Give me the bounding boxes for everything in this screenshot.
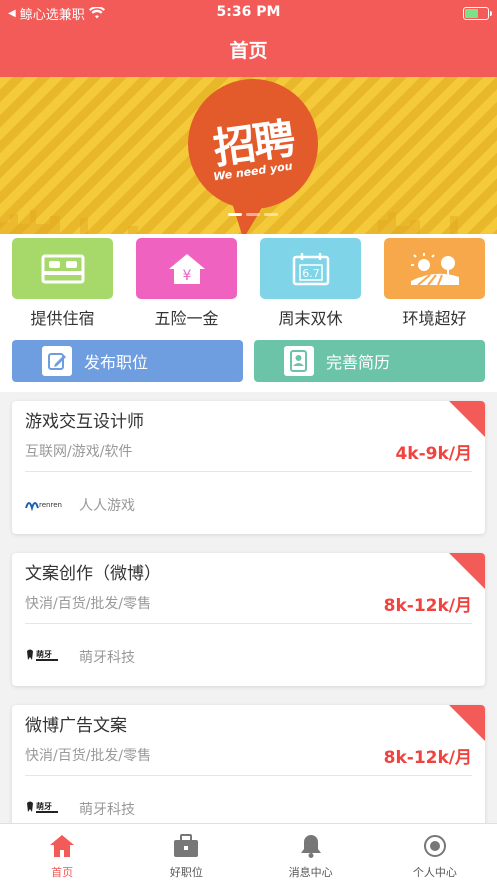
- company-name: 萌牙科技: [79, 802, 135, 818]
- job-title: 文案创作（微博）: [25, 564, 161, 584]
- job-title: 微博广告文案: [25, 716, 127, 736]
- house-yen-icon: ¥: [168, 253, 205, 284]
- company-name: 人人游戏: [79, 498, 135, 514]
- banner-dot[interactable]: [264, 213, 278, 216]
- job-category: 快消/百货/批发/零售: [25, 748, 152, 764]
- feature-tile: [12, 238, 113, 299]
- bell-icon: [300, 835, 321, 858]
- feature-tile: 6.7: [260, 238, 361, 299]
- status-time: 5:36 PM: [216, 4, 281, 20]
- card-divider: [25, 775, 472, 776]
- status-bar: ◀ 鲸心选兼职 5:36 PM: [0, 0, 497, 26]
- bed-icon: [41, 254, 84, 283]
- job-category: 快消/百货/批发/零售: [25, 596, 152, 612]
- company-logo-text: 萌牙: [36, 649, 52, 659]
- job-category: 互联网/游戏/软件: [25, 444, 133, 460]
- tab-label: 好职位: [169, 866, 203, 879]
- feature-label: 五险一金: [154, 309, 219, 328]
- company-logo-text: renren: [39, 501, 62, 509]
- briefcase-icon: [174, 834, 199, 857]
- job-salary: 8k-12k/月: [383, 748, 472, 768]
- svg-text:6.7: 6.7: [302, 267, 320, 280]
- battery-icon: [463, 6, 492, 20]
- job-salary: 8k-12k/月: [383, 596, 472, 616]
- feature-label: 提供住宿: [30, 309, 95, 328]
- feature-tile: ¥: [136, 238, 237, 299]
- feature-insurance[interactable]: ¥ 五险一金: [136, 238, 237, 330]
- recruit-banner[interactable]: 招聘 We need you: [0, 77, 497, 234]
- feature-grid: 提供住宿 ¥ 五险一金 6.7 周末双休 环境超好: [0, 234, 497, 330]
- job-card[interactable]: 文案创作（微博） 快消/百货/批发/零售 8k-12k/月 萌牙 萌牙科技: [12, 553, 485, 686]
- tab-label: 首页: [51, 866, 74, 879]
- complete-resume-label: 完善简历: [326, 353, 391, 372]
- feature-tile: [384, 238, 485, 299]
- post-job-button[interactable]: 发布职位: [12, 340, 243, 382]
- card-corner-flag: [449, 553, 485, 589]
- tab-label: 消息中心: [288, 866, 333, 879]
- job-salary: 4k-9k/月: [395, 444, 472, 464]
- post-job-label: 发布职位: [84, 353, 149, 372]
- job-card[interactable]: 游戏交互设计师 互联网/游戏/软件 4k-9k/月 renren 人人游戏: [12, 401, 485, 534]
- page-title: 首页: [229, 40, 268, 62]
- company-logo: renren: [25, 497, 69, 511]
- company-logo: 萌牙: [25, 649, 69, 663]
- complete-resume-button[interactable]: 完善简历: [254, 340, 485, 382]
- calendar-icon: 6.7: [292, 252, 329, 285]
- card-divider: [25, 623, 472, 624]
- tab-home[interactable]: 首页: [0, 824, 124, 883]
- app-header: ◀ 鲸心选兼职 5:36 PM 首页: [0, 0, 497, 77]
- banner-pagination: [228, 213, 278, 216]
- tab-messages[interactable]: 消息中心: [249, 824, 373, 883]
- home-icon: [50, 835, 75, 857]
- card-divider: [25, 471, 472, 472]
- card-corner-flag: [449, 705, 485, 741]
- job-card[interactable]: 微博广告文案 快消/百货/批发/零售 8k-12k/月 萌牙 萌牙科技: [12, 705, 485, 838]
- landscape-icon: [410, 252, 459, 286]
- company-logo-text: 萌牙: [36, 801, 52, 811]
- feature-accommodation[interactable]: 提供住宿: [12, 238, 113, 330]
- edit-icon: [42, 346, 72, 376]
- tab-profile[interactable]: 个人中心: [373, 824, 497, 883]
- card-corner-flag: [449, 401, 485, 437]
- bottom-tab-bar: 首页 好职位 消息中心 个人中心: [0, 823, 497, 883]
- feature-weekend[interactable]: 6.7 周末双休: [260, 238, 361, 330]
- svg-text:¥: ¥: [182, 268, 191, 284]
- job-title: 游戏交互设计师: [25, 412, 144, 432]
- resume-icon: [284, 346, 314, 376]
- banner-dot[interactable]: [228, 213, 242, 216]
- company-name: 萌牙科技: [79, 650, 135, 666]
- feature-label: 周末双休: [278, 309, 343, 328]
- feature-environment[interactable]: 环境超好: [384, 238, 485, 330]
- company-logo: 萌牙: [25, 801, 69, 815]
- quick-actions: 发布职位 完善简历: [0, 330, 497, 392]
- user-icon: [423, 835, 446, 857]
- tab-jobs[interactable]: 好职位: [124, 824, 248, 883]
- feature-label: 环境超好: [402, 309, 467, 328]
- banner-dot[interactable]: [246, 213, 260, 216]
- recruit-bubble: 招聘 We need you: [188, 79, 318, 209]
- tab-label: 个人中心: [412, 866, 457, 879]
